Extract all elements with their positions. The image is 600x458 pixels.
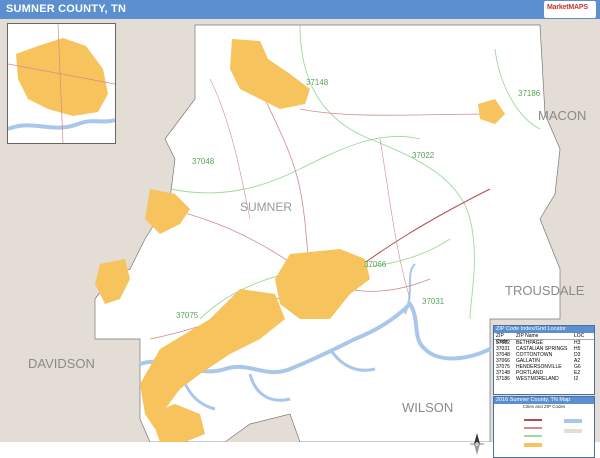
legend-swatch-water	[564, 419, 582, 423]
neighbor-label-macon: MACON	[538, 108, 587, 123]
north-arrow-icon	[470, 433, 484, 455]
zip-label: 37186	[518, 89, 541, 98]
county-label: SUMNER	[240, 200, 293, 214]
zip-locator-table: ZIP Code Index/Grid Locator ZIP Code ZIP…	[493, 325, 595, 395]
zip-cell: 37186	[496, 376, 510, 382]
zip-label: 37031	[422, 297, 445, 306]
brand-logo: MarketMAPS	[544, 1, 596, 18]
map-canvas[interactable]: SUMNER DAVIDSON WILSON TROUSDALE MACON 3…	[0, 19, 600, 458]
inset-map	[7, 23, 116, 144]
zip-label: 37075	[176, 311, 199, 320]
neighbor-label-davidson: DAVIDSON	[28, 356, 95, 371]
locator-title: ZIP Code Index/Grid Locator	[494, 326, 594, 333]
neighbor-label-trousdale: TROUSDALE	[505, 283, 585, 298]
zip-label: 37066	[364, 260, 387, 269]
legend-swatch-highway	[524, 419, 542, 421]
loc-cell: I2	[574, 376, 579, 382]
zip-label: 37148	[306, 78, 329, 87]
locator-header: ZIP Code	[496, 333, 508, 345]
zip-label: 37022	[412, 151, 435, 160]
legend-title: 2016 Sumner County, TN Map	[494, 397, 594, 404]
table-row: 37186 WESTMORELAND I2	[494, 376, 594, 382]
map-legend: 2016 Sumner County, TN Map Cities and ZI…	[493, 396, 595, 458]
legend-swatch-zip	[524, 435, 542, 437]
logo-text: MarketMAPS	[547, 4, 588, 11]
legend-swatch-road	[524, 427, 542, 429]
name-cell: WESTMORELAND	[516, 376, 559, 382]
legend-swatch-outside	[564, 429, 582, 433]
neighbor-label-wilson: WILSON	[402, 400, 454, 415]
header-bar: SUMNER COUNTY, TN MarketMAPS	[0, 0, 600, 19]
zip-label: 37048	[192, 157, 215, 166]
legend-subtitle: Cities and ZIP Codes	[522, 404, 566, 409]
locator-header: ZIP Name	[516, 333, 539, 339]
locator-header-row: ZIP Code ZIP Name LOC	[494, 333, 594, 345]
legend-swatch-urban	[524, 443, 542, 447]
inset-drawing	[8, 24, 115, 143]
locator-header: LOC	[574, 333, 585, 339]
map-title: SUMNER COUNTY, TN	[6, 3, 127, 15]
map-page: SUMNER COUNTY, TN MarketMAPS SUMNER DAVI…	[0, 0, 600, 458]
